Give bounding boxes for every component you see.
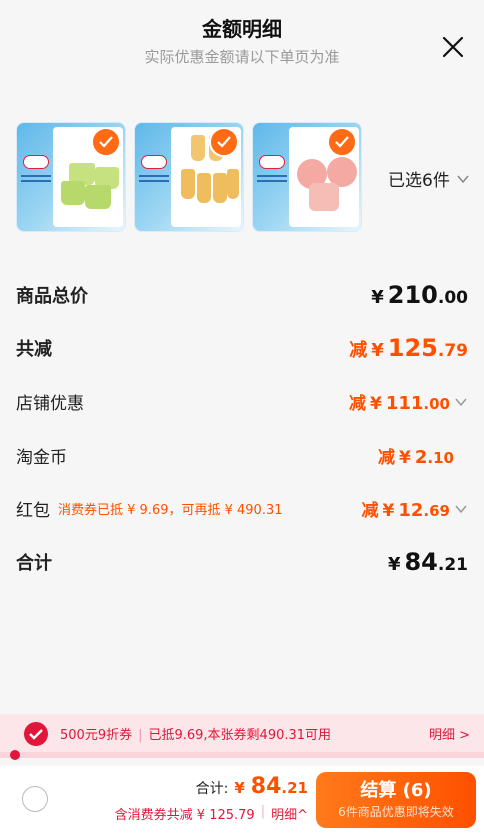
sum-value: ¥ 84 .21 xyxy=(387,548,468,576)
footer-total: 合计: ¥ 84 .21 xyxy=(195,774,308,799)
checkout-subtext: 6件商品优惠即将失效 xyxy=(338,805,454,819)
coupon-name: 500元9折券 xyxy=(60,728,133,743)
sheet-subtitle: 实际优惠金额请以下单页为准 xyxy=(144,48,340,66)
coupon-progress-handle xyxy=(10,750,20,760)
chevron-down-icon xyxy=(455,398,467,406)
red-packet-note: 消费券已抵 ¥ 9.69，可再抵 ¥ 490.31 xyxy=(58,502,283,518)
row-taojinbi: 淘金币 减 ¥ 2 .10 xyxy=(16,440,468,470)
taojinbi-value: 减 ¥ 2 .10 xyxy=(378,446,454,468)
sum-label: 合计 xyxy=(16,553,52,574)
red-packet-label: 红包 xyxy=(16,500,50,521)
checkout-footer: 合计: ¥ 84 .21 含消费券共减 ¥ 125.79 | 明细^ 结算 (6… xyxy=(0,766,484,834)
total-price-label: 商品总价 xyxy=(16,286,88,307)
coupon-bar: 500元9折券 | 已抵9.69,本张券剩490.31可用 明细 > xyxy=(0,714,484,752)
row-total-price: 商品总价 ¥ 210 .00 xyxy=(16,280,468,310)
product-thumbnails xyxy=(16,122,362,234)
footer-total-label: 合计: xyxy=(195,781,229,797)
red-packet-value: 减 ¥ 12 .69 xyxy=(362,496,468,521)
selected-check-icon[interactable] xyxy=(209,127,239,157)
footer-detail-link[interactable]: 明细^ xyxy=(271,804,308,823)
brand-logo-icon xyxy=(259,155,285,169)
chevron-down-icon xyxy=(457,175,469,183)
close-icon[interactable] xyxy=(440,34,466,60)
brand-logo-icon xyxy=(23,155,49,169)
total-reduction-value: 减 ¥ 125 .79 xyxy=(349,334,468,362)
product-thumbnail-2[interactable] xyxy=(134,122,244,232)
footer-reduction: 含消费券共减 ¥ 125.79 | 明细^ xyxy=(114,804,308,823)
selected-check-icon[interactable] xyxy=(327,127,357,157)
product-thumbnail-3[interactable] xyxy=(252,122,362,232)
select-all-radio[interactable] xyxy=(22,786,48,812)
checkout-label: 结算 (6) xyxy=(360,780,432,801)
total-price-value: ¥ 210 .00 xyxy=(371,281,468,309)
product-thumbnail-1[interactable] xyxy=(16,122,126,232)
total-reduction-label: 共减 xyxy=(16,339,52,360)
coupon-progress-track xyxy=(0,752,484,758)
row-red-packet[interactable]: 红包 消费券已抵 ¥ 9.69，可再抵 ¥ 490.31 减 ¥ 12 .69 xyxy=(16,493,468,523)
row-sum: 合计 ¥ 84 .21 xyxy=(16,547,468,577)
check-icon xyxy=(29,729,43,740)
coupon-status: 已抵9.69,本张券剩490.31可用 xyxy=(148,728,332,743)
checkout-button[interactable]: 结算 (6) 6件商品优惠即将失效 xyxy=(316,772,476,828)
row-total-reduction: 共减 减 ¥ 125 .79 xyxy=(16,333,468,363)
coupon-checkbox[interactable] xyxy=(24,722,48,746)
selected-count-toggle[interactable]: 已选6件 xyxy=(388,166,470,191)
taojinbi-label: 淘金币 xyxy=(16,447,67,468)
selected-check-icon[interactable] xyxy=(91,127,121,157)
store-discount-label: 店铺优惠 xyxy=(16,393,84,414)
chevron-down-icon xyxy=(455,505,467,513)
sheet-title: 金额明细 xyxy=(202,17,282,41)
sheet-header: 金额明细 实际优惠金额请以下单页为准 xyxy=(0,14,484,68)
amount-detail-sheet: 金额明细 实际优惠金额请以下单页为准 已选6件 商品总价 ¥ 210 .00 共… xyxy=(0,0,484,834)
coupon-detail-link[interactable]: 明细 > xyxy=(429,724,470,743)
store-discount-value: 减 ¥ 111 .00 xyxy=(349,389,468,414)
footer-reduction-text: 含消费券共减 ¥ 125.79 xyxy=(114,808,255,823)
row-store-discount[interactable]: 店铺优惠 减 ¥ 111 .00 xyxy=(16,386,468,416)
selected-count-label: 已选6件 xyxy=(388,171,450,191)
brand-logo-icon xyxy=(141,155,167,169)
